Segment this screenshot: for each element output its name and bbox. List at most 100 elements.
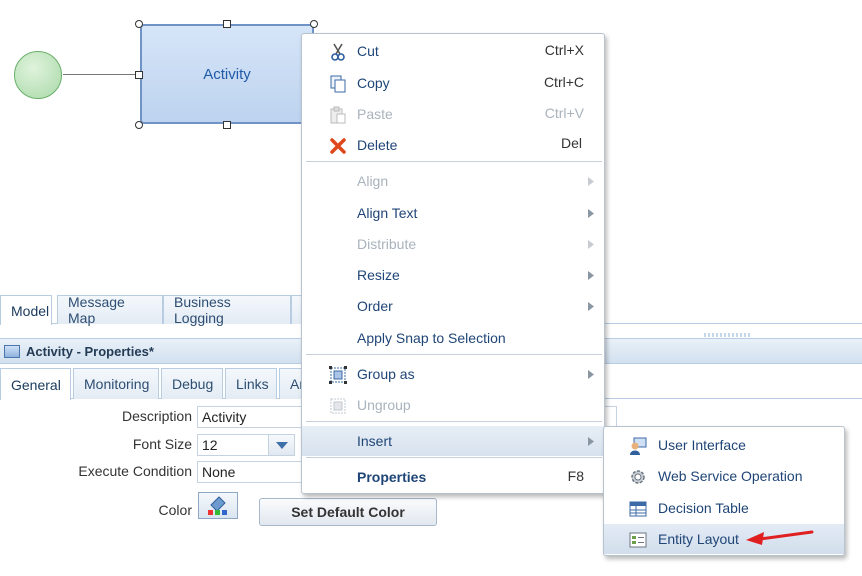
tab-business-logging[interactable]: Business Logging xyxy=(163,294,291,326)
menu-item-shortcut: Ctrl+V xyxy=(544,105,584,121)
annotation-arrow-icon xyxy=(746,530,814,545)
set-default-color-button[interactable]: Set Default Color xyxy=(259,498,437,526)
menu-item-label: Order xyxy=(357,298,393,314)
menu-separator xyxy=(306,354,602,355)
properties-title: Activity - Properties* xyxy=(26,343,154,359)
submenu-item-user-interface[interactable]: User Interface xyxy=(604,430,844,460)
menu-item-label: Cut xyxy=(357,43,379,59)
tab-links[interactable]: Links xyxy=(225,368,277,399)
menu-item-label: Align Text xyxy=(357,205,418,221)
menu-item-label: Decision Table xyxy=(658,500,749,516)
submenu-arrow-icon xyxy=(588,209,594,218)
menu-item-cut[interactable]: Cut Ctrl+X xyxy=(302,36,604,66)
menu-item-insert[interactable]: Insert xyxy=(302,426,604,456)
menu-item-align[interactable]: Align xyxy=(302,166,604,196)
tab-label: General xyxy=(11,376,61,393)
chevron-down-icon[interactable] xyxy=(268,435,294,455)
submenu-arrow-icon xyxy=(588,177,594,186)
menu-item-delete[interactable]: Delete Del xyxy=(302,130,604,160)
font-size-value: 12 xyxy=(202,437,218,453)
table-icon xyxy=(628,499,648,519)
submenu-item-decision-table[interactable]: Decision Table xyxy=(604,493,844,523)
submenu-arrow-icon xyxy=(588,271,594,280)
menu-item-label: Web Service Operation xyxy=(658,468,803,484)
tab-general[interactable]: General xyxy=(0,368,71,400)
tab-label: Monitoring xyxy=(84,376,150,392)
menu-item-properties[interactable]: Properties F8 xyxy=(302,462,604,492)
tab-label: Message Map xyxy=(68,294,125,326)
sequence-flow-connector[interactable] xyxy=(63,74,141,75)
tab-label: Links xyxy=(236,376,269,392)
paste-icon xyxy=(328,105,348,125)
resize-handle-top[interactable] xyxy=(223,20,231,28)
gear-icon xyxy=(628,467,648,487)
scissors-icon xyxy=(328,42,348,62)
delete-icon xyxy=(328,136,348,156)
resize-handle-bottom-left[interactable] xyxy=(135,121,143,129)
resize-handle-top-left[interactable] xyxy=(135,20,143,28)
menu-item-label: Entity Layout xyxy=(658,531,739,547)
submenu-arrow-icon xyxy=(588,240,594,249)
properties-icon xyxy=(4,344,20,358)
menu-item-copy[interactable]: Copy Ctrl+C xyxy=(302,68,604,98)
submenu-arrow-icon xyxy=(588,302,594,311)
copy-icon xyxy=(328,74,348,94)
tab-model[interactable]: Model xyxy=(0,295,52,325)
menu-item-shortcut: Ctrl+X xyxy=(544,42,584,58)
menu-item-label: Delete xyxy=(357,137,398,153)
menu-item-group-as[interactable]: Group as xyxy=(302,359,604,389)
tab-label: Business Logging xyxy=(174,294,231,326)
tab-debug[interactable]: Debug xyxy=(161,368,223,399)
menu-item-label: Copy xyxy=(357,75,390,91)
menu-item-label: Resize xyxy=(357,267,400,283)
activity-shape[interactable]: Activity xyxy=(140,24,314,124)
color-label: Color xyxy=(158,502,192,518)
ungroup-icon xyxy=(328,396,348,416)
execute-condition-label: Execute Condition xyxy=(78,463,192,479)
menu-item-resize[interactable]: Resize xyxy=(302,260,604,290)
context-menu: Cut Ctrl+X Copy Ctrl+C Paste Ctrl+V Dele… xyxy=(301,33,605,494)
menu-separator xyxy=(306,457,602,458)
tab-message-map[interactable]: Message Map xyxy=(57,294,163,326)
menu-item-label: Properties xyxy=(357,469,427,485)
resize-handle-bottom[interactable] xyxy=(223,121,231,129)
menu-item-distribute[interactable]: Distribute xyxy=(302,229,604,259)
menu-item-ungroup[interactable]: Ungroup xyxy=(302,390,604,420)
menu-item-shortcut: Ctrl+C xyxy=(543,74,584,90)
menu-item-label: Apply Snap to Selection xyxy=(357,330,506,346)
tab-monitoring[interactable]: Monitoring xyxy=(73,368,159,399)
group-icon xyxy=(328,365,348,385)
submenu-item-web-service-operation[interactable]: Web Service Operation xyxy=(604,461,844,491)
menu-item-label: Insert xyxy=(357,433,393,449)
menu-item-label: Distribute xyxy=(357,236,417,252)
menu-separator xyxy=(306,421,602,422)
paint-palette-icon xyxy=(208,495,227,515)
activity-label: Activity xyxy=(203,65,251,83)
menu-item-shortcut: Del xyxy=(560,135,582,151)
menu-item-paste[interactable]: Paste Ctrl+V xyxy=(302,99,604,129)
menu-separator xyxy=(306,161,602,162)
tab-label: Model xyxy=(11,302,50,319)
resize-handle-top-right[interactable] xyxy=(310,20,318,28)
font-size-select[interactable]: 12 xyxy=(197,434,295,456)
button-label: Set Default Color xyxy=(291,504,405,520)
menu-item-shortcut: F8 xyxy=(567,468,584,484)
menu-item-apply-snap[interactable]: Apply Snap to Selection xyxy=(302,323,604,353)
menu-item-align-text[interactable]: Align Text xyxy=(302,198,604,228)
submenu-arrow-icon xyxy=(588,437,594,446)
resize-handle-left[interactable] xyxy=(135,71,143,79)
menu-item-order[interactable]: Order xyxy=(302,291,604,321)
menu-item-label: User Interface xyxy=(658,437,746,453)
start-event[interactable] xyxy=(14,51,62,99)
color-picker-button[interactable] xyxy=(198,492,238,519)
font-size-label: Font Size xyxy=(132,436,192,452)
menu-item-label: Ungroup xyxy=(357,397,411,413)
entity-layout-icon xyxy=(628,530,648,550)
description-label: Description xyxy=(121,408,192,424)
submenu-arrow-icon xyxy=(588,370,594,379)
user-interface-icon xyxy=(628,436,648,456)
tab-label: Debug xyxy=(172,376,214,392)
menu-item-label: Paste xyxy=(357,106,393,122)
splitter-grip[interactable] xyxy=(704,333,752,337)
menu-item-label: Align xyxy=(357,173,389,189)
